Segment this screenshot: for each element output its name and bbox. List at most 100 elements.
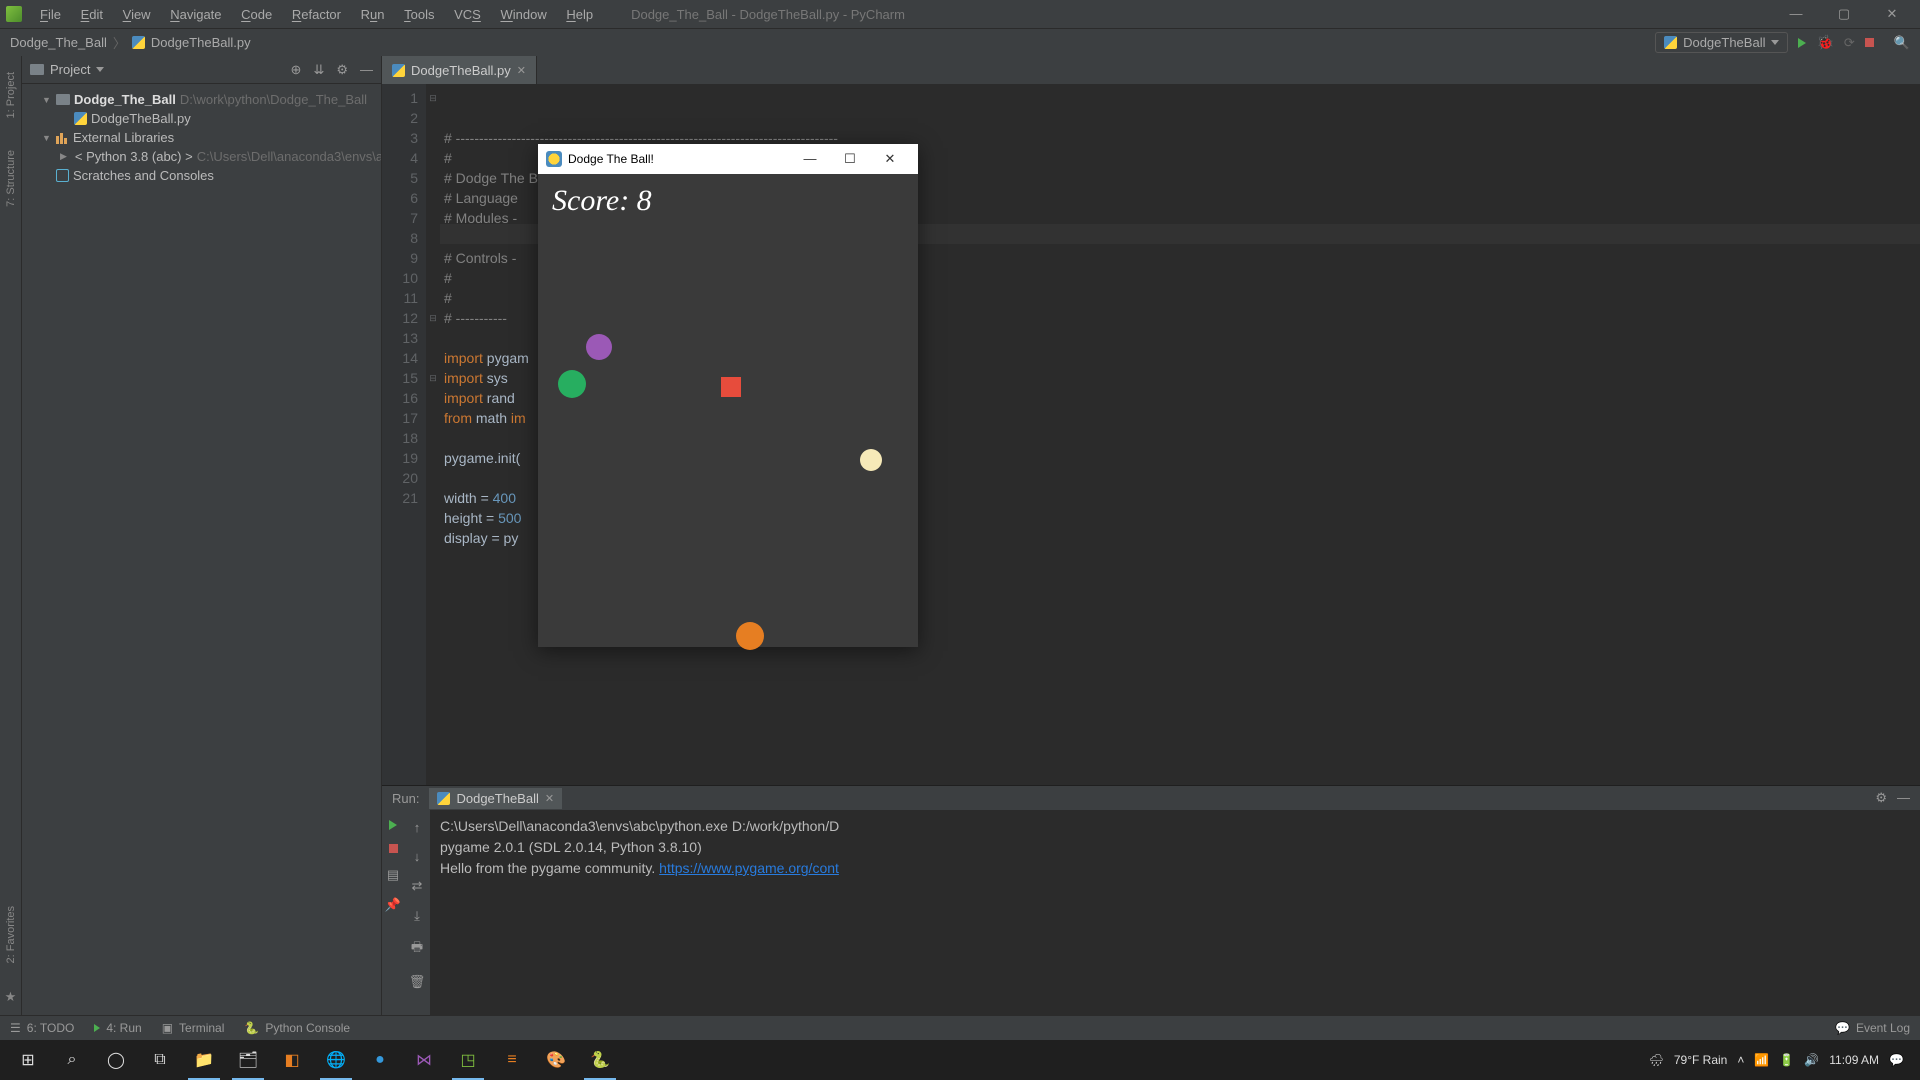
wifi-icon[interactable]: 📶 — [1754, 1053, 1769, 1067]
taskbar-search-icon[interactable]: ⌕ — [50, 1040, 94, 1080]
tray-chevron-icon[interactable]: ˄ — [1737, 1053, 1744, 1067]
taskbar-app-folder[interactable]: 🗂 — [226, 1040, 270, 1080]
scroll-icon[interactable]: ⤓ — [414, 908, 420, 924]
menu-navigate[interactable]: Navigate — [170, 7, 221, 22]
wrap-icon[interactable]: ⇄ — [412, 878, 423, 894]
taskbar-taskview-icon[interactable]: ⧉ — [138, 1040, 182, 1080]
taskbar-chrome[interactable]: 🌐 — [314, 1040, 358, 1080]
weather-text: 79°F Rain — [1674, 1053, 1728, 1067]
taskbar-app-explorer[interactable]: 📁 — [182, 1040, 226, 1080]
pygame-maximize-icon[interactable]: ☐ — [830, 151, 870, 167]
pygame-minimize-icon[interactable]: — — [790, 151, 830, 167]
tree-scratches[interactable]: Scratches and Consoles — [26, 166, 377, 185]
menu-window[interactable]: Window — [500, 7, 546, 22]
up-icon[interactable]: ↑ — [414, 820, 421, 835]
menu-run[interactable]: Run — [361, 7, 385, 22]
python-file-icon — [1664, 36, 1677, 49]
tree-file[interactable]: DodgeTheBall.py — [26, 109, 377, 128]
breadcrumb-root[interactable]: Dodge_The_Ball — [10, 35, 107, 50]
tool-event-log[interactable]: 💬Event Log — [1835, 1021, 1910, 1035]
menu-refactor[interactable]: Refactor — [292, 7, 341, 22]
rerun-icon[interactable] — [389, 820, 397, 830]
locate-icon[interactable]: ⊕ — [291, 62, 302, 78]
close-icon[interactable]: ✕ — [545, 792, 554, 805]
stop-icon[interactable] — [1865, 38, 1874, 47]
code-line: # Controls - — [444, 250, 516, 266]
hide-icon[interactable]: — — [1897, 790, 1910, 806]
volume-icon[interactable]: 🔊 — [1804, 1053, 1819, 1067]
output-line: Hello from the pygame community. https:/… — [440, 860, 839, 876]
run-label: Run: — [392, 791, 419, 806]
chevron-right-icon: 〉 — [113, 33, 126, 52]
menu-vcs[interactable]: VCS — [454, 7, 481, 22]
editor-tab[interactable]: DodgeTheBall.py ✕ — [382, 56, 537, 84]
settings-icon[interactable]: ⚙ — [1875, 790, 1887, 806]
taskbar-vs[interactable]: ⋈ — [402, 1040, 446, 1080]
breadcrumb-file[interactable]: DodgeTheBall.py — [151, 35, 251, 50]
layout-icon[interactable]: ▤ — [387, 867, 399, 883]
weather-icon[interactable]: 🌧 — [1649, 1053, 1664, 1067]
breadcrumb-bar: Dodge_The_Ball 〉 DodgeTheBall.py DodgeTh… — [0, 28, 1920, 56]
clock[interactable]: 11:09 AM — [1829, 1053, 1879, 1067]
menu-edit[interactable]: Edit — [81, 7, 103, 22]
menu-help[interactable]: Help — [566, 7, 593, 22]
search-icon[interactable]: 🔍 — [1894, 35, 1910, 51]
window-minimize-icon[interactable]: — — [1782, 6, 1810, 22]
project-tree[interactable]: ▼ Dodge_The_Ball D:\work\python\Dodge_Th… — [22, 84, 381, 191]
taskbar-pygame[interactable]: 🐍 — [578, 1040, 622, 1080]
debug-icon[interactable]: 🐞 — [1816, 34, 1833, 51]
menu-view[interactable]: View — [123, 7, 151, 22]
tab-project[interactable]: 1: Project — [3, 66, 19, 124]
tool-run[interactable]: 4: Run — [94, 1021, 141, 1035]
taskbar-app[interactable]: ◧ — [270, 1040, 314, 1080]
run-tab[interactable]: DodgeTheBall ✕ — [429, 788, 562, 809]
code-line: display = py — [444, 530, 518, 546]
chevron-down-icon[interactable] — [96, 67, 104, 72]
menu-code[interactable]: Code — [241, 7, 272, 22]
start-button[interactable]: ⊞ — [6, 1040, 50, 1080]
taskbar-pycharm[interactable]: ◳ — [446, 1040, 490, 1080]
run-tool-window: Run: DodgeTheBall ✕ ⚙ — ▤ 📌 — [382, 785, 1920, 1015]
stop-icon[interactable] — [389, 844, 398, 853]
battery-icon[interactable]: 🔋 — [1779, 1053, 1794, 1067]
project-panel: Project ⊕ ⇊ ⚙ — ▼ Dodge_The_Ball D:\work… — [22, 56, 382, 1015]
down-icon[interactable]: ↓ — [414, 849, 421, 864]
tree-python-env[interactable]: ▶ < Python 3.8 (abc) > C:\Users\Dell\ana… — [26, 147, 377, 166]
tab-structure[interactable]: 7: Structure — [3, 144, 19, 213]
run-config-selector[interactable]: DodgeTheBall — [1655, 32, 1788, 53]
close-icon[interactable]: ✕ — [517, 64, 526, 77]
run-icon[interactable] — [1798, 38, 1806, 48]
pin-icon[interactable]: 📌 — [385, 897, 401, 913]
system-tray[interactable]: 🌧 79°F Rain ˄ 📶 🔋 🔊 11:09 AM 💬 — [1639, 1053, 1914, 1067]
settings-icon[interactable]: ⚙ — [336, 62, 348, 78]
run-output[interactable]: C:\Users\Dell\anaconda3\envs\abc\python.… — [430, 810, 1920, 1015]
taskbar-app[interactable]: ● — [358, 1040, 402, 1080]
game-canvas[interactable]: Score: 8 — [538, 174, 918, 647]
code-line: height = 500 — [444, 510, 521, 526]
collapse-icon[interactable]: ⇊ — [313, 62, 324, 78]
tool-terminal[interactable]: ▣Terminal — [162, 1021, 225, 1035]
taskbar-sublime[interactable]: ≡ — [490, 1040, 534, 1080]
taskbar-app[interactable]: 🎨 — [534, 1040, 578, 1080]
output-link[interactable]: https://www.pygame.org/cont — [659, 860, 839, 876]
tool-todo[interactable]: ☰6: TODO — [10, 1021, 74, 1035]
menu-file[interactable]: File — [40, 7, 61, 22]
pygame-window[interactable]: Dodge The Ball! — ☐ ✕ Score: 8 — [538, 144, 918, 647]
window-close-icon[interactable]: ✕ — [1878, 6, 1906, 22]
run-coverage-icon[interactable]: ⟳ — [1844, 35, 1855, 51]
tool-python-console[interactable]: 🐍Python Console — [244, 1021, 350, 1035]
tree-root[interactable]: ▼ Dodge_The_Ball D:\work\python\Dodge_Th… — [26, 90, 377, 109]
notifications-icon[interactable]: 💬 — [1889, 1053, 1904, 1067]
pygame-titlebar[interactable]: Dodge The Ball! — ☐ ✕ — [538, 144, 918, 174]
hide-icon[interactable]: — — [360, 62, 373, 78]
window-maximize-icon[interactable]: ▢ — [1830, 6, 1858, 22]
pygame-close-icon[interactable]: ✕ — [870, 151, 910, 167]
trash-icon[interactable]: 🗑 — [409, 974, 426, 990]
tree-external-libraries[interactable]: ▼ External Libraries — [26, 128, 377, 147]
code-line: # Language — [444, 190, 522, 206]
tab-favorites[interactable]: 2: Favorites — [3, 900, 19, 969]
print-icon[interactable]: 🖶 — [411, 938, 423, 960]
taskbar-cortana-icon[interactable]: ◯ — [94, 1040, 138, 1080]
menu-tools[interactable]: Tools — [404, 7, 434, 22]
star-icon[interactable]: ★ — [5, 989, 17, 1005]
